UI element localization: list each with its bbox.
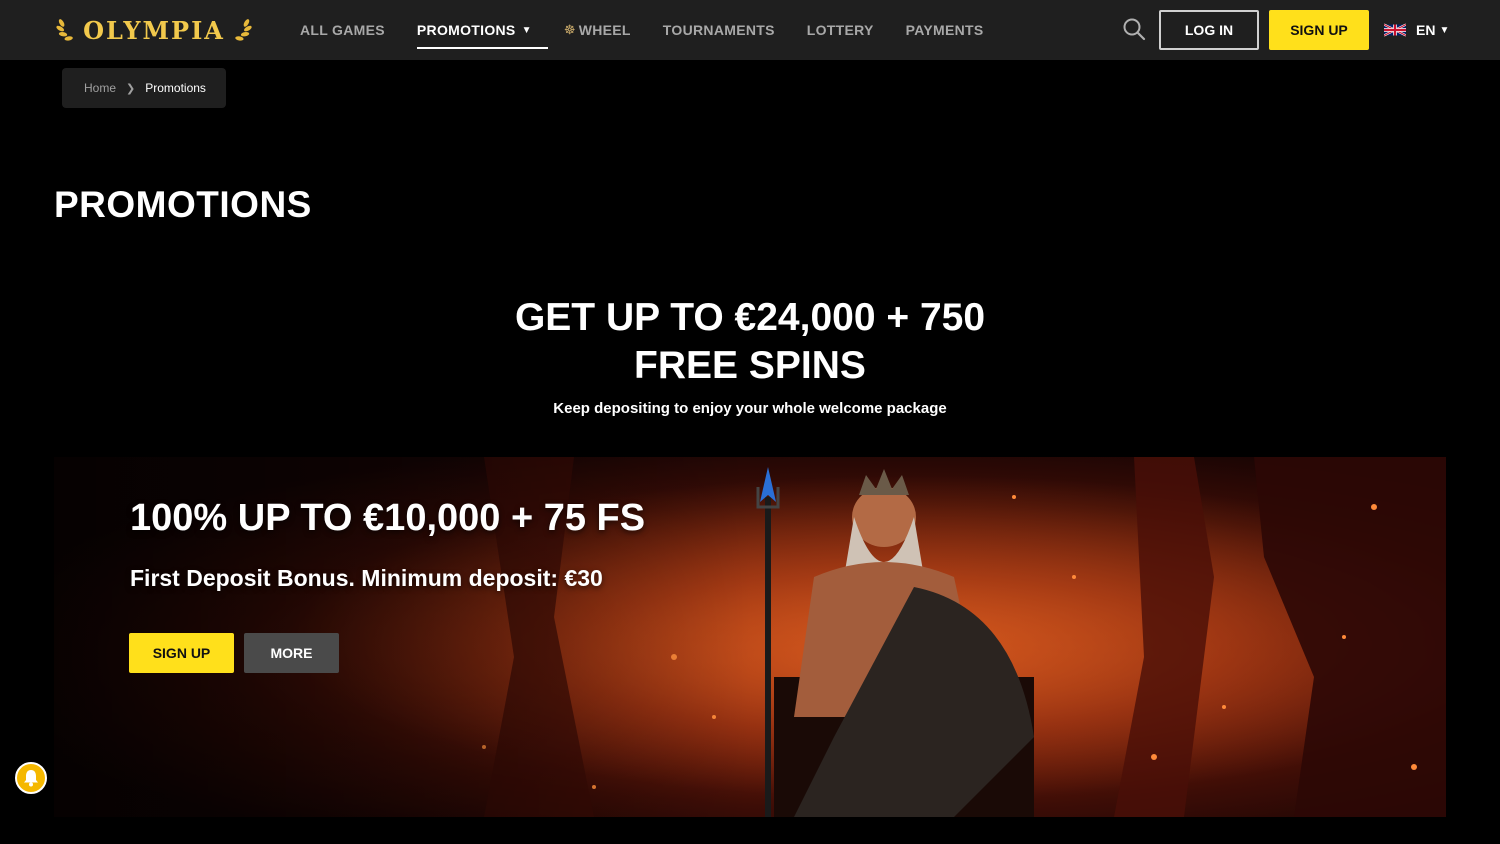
wheel-icon: ☸ (563, 22, 576, 37)
chevron-down-icon: ▼ (1439, 24, 1450, 36)
banner-more-button[interactable]: MORE (244, 633, 339, 673)
bell-icon (24, 770, 38, 787)
nav-tournaments-label: TOURNAMENTS (662, 22, 775, 38)
logo-wordmark: OLYMPIA (83, 15, 225, 45)
site-header: OLYMPIA ALL GAMES PROMOTIONS ▼ ☸ WHEEL TOU… (0, 0, 1500, 60)
welcome-package-title: GET UP TO €24,000 + 750 FREE SPINS (0, 294, 1500, 390)
nav-payments-label: PAYMENTS (905, 22, 984, 38)
bonus-title: 100% UP TO €10,000 + 75 FS (130, 497, 646, 539)
search-icon[interactable] (1122, 17, 1146, 41)
welcome-package-subtitle: Keep depositing to enjoy your whole welc… (553, 400, 947, 417)
nav-promotions-label: PROMOTIONS (416, 22, 516, 38)
nav-tournaments[interactable]: TOURNAMENTS (647, 0, 791, 60)
welcome-title-line2: FREE SPINS (634, 344, 866, 387)
chevron-right-icon: ❯ (126, 82, 136, 95)
nav-lottery-label: LOTTERY (806, 22, 874, 38)
nav-wheel[interactable]: ☸ WHEEL (548, 0, 647, 60)
laurel-left-icon (56, 19, 73, 41)
breadcrumb: Home ❯ Promotions (62, 68, 226, 108)
nav-lottery[interactable]: LOTTERY (791, 0, 890, 60)
nav-wheel-label: WHEEL (578, 22, 631, 38)
page-title: PROMOTIONS (54, 184, 312, 225)
nav-promotions[interactable]: PROMOTIONS ▼ (401, 0, 548, 60)
breadcrumb-home[interactable]: Home (84, 81, 116, 95)
nav-all-games-label: ALL GAMES (300, 22, 385, 38)
language-selector[interactable]: EN ▼ (1384, 20, 1449, 40)
laurel-right-icon (235, 19, 252, 41)
welcome-title-line1: GET UP TO €24,000 + 750 (514, 296, 986, 339)
nav-all-games[interactable]: ALL GAMES (284, 0, 401, 60)
login-button[interactable]: LOG IN (1159, 10, 1259, 50)
banner-signup-button[interactable]: SIGN UP (129, 633, 234, 673)
notification-bell[interactable] (15, 762, 47, 794)
bonus-subtitle: First Deposit Bonus. Minimum deposit: €3… (130, 565, 603, 591)
main-nav: ALL GAMES PROMOTIONS ▼ ☸ WHEEL TOURNAMENTS… (284, 0, 1000, 60)
first-deposit-banner: 100% UP TO €10,000 + 75 FS First Deposit… (54, 457, 1446, 817)
nav-payments[interactable]: PAYMENTS (890, 0, 1000, 60)
olympia-logo[interactable]: OLYMPIA (56, 8, 252, 52)
chevron-down-icon: ▼ (521, 24, 532, 36)
language-label: EN (1416, 22, 1436, 38)
signup-button[interactable]: SIGN UP (1269, 10, 1369, 50)
breadcrumb-current: Promotions (145, 81, 206, 95)
uk-flag-icon (1384, 23, 1406, 37)
